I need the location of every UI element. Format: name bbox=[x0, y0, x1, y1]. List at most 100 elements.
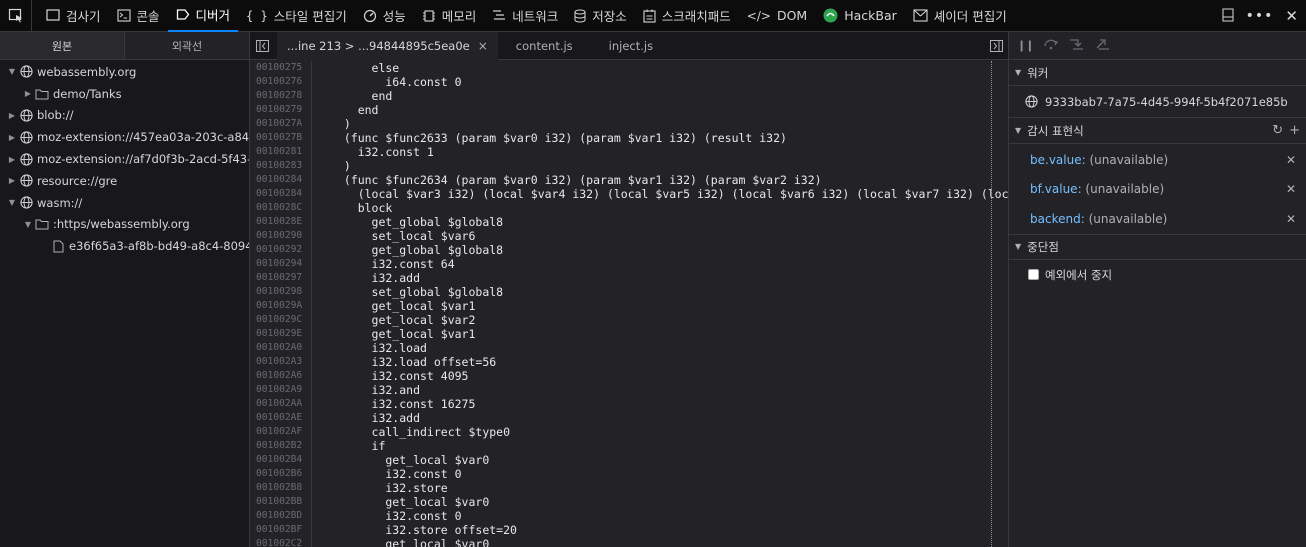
code-line[interactable]: 00100279 end bbox=[250, 103, 1008, 117]
code-line[interactable]: 001002AA i32.const 16275 bbox=[250, 397, 1008, 411]
tree-item[interactable]: ▶ demo/Tanks bbox=[0, 83, 249, 105]
step-over-icon[interactable] bbox=[1043, 38, 1059, 53]
line-address[interactable]: 0010029C bbox=[256, 313, 310, 327]
watch-expression[interactable]: backend: (unavailable) ✕ bbox=[1009, 204, 1306, 234]
toggle-sources-icon[interactable] bbox=[250, 39, 277, 52]
line-address[interactable]: 001002B6 bbox=[256, 467, 310, 481]
line-address[interactable]: 001002A6 bbox=[256, 369, 310, 383]
tab-shader-editor[interactable]: 셰이더 편집기 bbox=[905, 0, 1015, 32]
breakpoints-header[interactable]: ▼ 중단점 bbox=[1009, 233, 1306, 260]
line-address[interactable]: 00100297 bbox=[256, 271, 310, 285]
tab-dom[interactable]: </> DOM bbox=[739, 0, 815, 32]
step-out-icon[interactable] bbox=[1095, 38, 1111, 53]
code-line[interactable]: 0010029E get_local $var1 bbox=[250, 327, 1008, 341]
line-address[interactable]: 00100292 bbox=[256, 243, 310, 257]
line-address[interactable]: 00100290 bbox=[256, 229, 310, 243]
tab-inspector[interactable]: 검사기 bbox=[38, 0, 109, 32]
code-line[interactable]: 001002BB get_local $var0 bbox=[250, 495, 1008, 509]
line-address[interactable]: 001002B4 bbox=[256, 453, 310, 467]
tree-item[interactable]: ▶ moz-extension://457ea03a-203c-a84c-a bbox=[0, 126, 249, 148]
line-address[interactable]: 001002AE bbox=[256, 411, 310, 425]
tree-item[interactable]: ▼:https/webassembly.org bbox=[0, 214, 249, 236]
line-address[interactable]: 00100281 bbox=[256, 145, 310, 159]
code-line[interactable]: 0010028C block bbox=[250, 201, 1008, 215]
pause-on-exceptions-checkbox[interactable] bbox=[1028, 269, 1039, 280]
code-line[interactable]: 001002A0 i32.load bbox=[250, 341, 1008, 355]
tab-debugger[interactable]: 디버거 bbox=[167, 0, 239, 32]
line-address[interactable]: 0010027A bbox=[256, 117, 310, 131]
code-line[interactable]: 001002BD i32.const 0 bbox=[250, 509, 1008, 523]
tab-network[interactable]: 네트워크 bbox=[484, 0, 566, 32]
code-line[interactable]: 00100292 get_global $global8 bbox=[250, 243, 1008, 257]
workers-header[interactable]: ▼ 워커 bbox=[1009, 60, 1306, 86]
line-address[interactable]: 001002AF bbox=[256, 425, 310, 439]
toggle-sidebar-icon[interactable] bbox=[990, 40, 1003, 55]
line-address[interactable]: 001002AA bbox=[256, 397, 310, 411]
remove-watch-icon[interactable]: ✕ bbox=[1286, 212, 1296, 226]
tree-item[interactable]: ▼ webassembly.org bbox=[0, 61, 249, 83]
code-view[interactable]: 00100275 else 00100276 i64.const 0 0010027… bbox=[250, 61, 1008, 547]
line-address[interactable]: 001002A0 bbox=[256, 341, 310, 355]
code-line[interactable]: 00100290 set_local $var6 bbox=[250, 229, 1008, 243]
tab-console[interactable]: 콘솔 bbox=[109, 0, 168, 32]
code-line[interactable]: 00100278 end bbox=[250, 89, 1008, 103]
editor-tab[interactable]: inject.js bbox=[591, 32, 671, 60]
line-address[interactable]: 00100276 bbox=[256, 75, 310, 89]
code-line[interactable]: 0010029A get_local $var1 bbox=[250, 299, 1008, 313]
more-options-icon[interactable]: ••• bbox=[1246, 8, 1274, 24]
watch-expression[interactable]: bf.value: (unavailable) ✕ bbox=[1009, 175, 1306, 205]
pause-on-exceptions[interactable]: 예외에서 중지 bbox=[1009, 260, 1306, 290]
code-line[interactable]: 001002A6 i32.const 4095 bbox=[250, 369, 1008, 383]
tab-sources[interactable]: 원본 bbox=[0, 32, 124, 59]
pause-icon[interactable]: ❙❙ bbox=[1017, 39, 1034, 52]
line-address[interactable]: 0010029A bbox=[256, 299, 310, 313]
line-address[interactable]: 00100284 bbox=[256, 173, 310, 187]
dock-icon[interactable] bbox=[1222, 8, 1234, 25]
line-address[interactable]: 0010029E bbox=[256, 327, 310, 341]
line-address[interactable]: 001002B2 bbox=[256, 439, 310, 453]
line-address[interactable]: 0010027B bbox=[256, 131, 310, 145]
code-line[interactable]: 00100283 ) bbox=[250, 159, 1008, 173]
editor-tab[interactable]: content.js bbox=[498, 32, 591, 60]
code-line[interactable]: 0010029C get_local $var2 bbox=[250, 313, 1008, 327]
code-line[interactable]: 001002AE i32.add bbox=[250, 411, 1008, 425]
code-line[interactable]: 00100275 else bbox=[250, 61, 1008, 75]
line-address[interactable]: 001002C2 bbox=[256, 537, 310, 547]
element-picker-button[interactable] bbox=[0, 0, 32, 32]
code-line[interactable]: 001002A3 i32.load offset=56 bbox=[250, 355, 1008, 369]
code-line[interactable]: 001002B8 i32.store bbox=[250, 481, 1008, 495]
code-line[interactable]: 001002AF call_indirect $type0 bbox=[250, 425, 1008, 439]
tab-hackbar[interactable]: HackBar bbox=[815, 0, 905, 32]
code-line[interactable]: 00100281 i32.const 1 bbox=[250, 145, 1008, 159]
line-address[interactable]: 00100279 bbox=[256, 103, 310, 117]
close-tab-icon[interactable]: × bbox=[478, 39, 488, 53]
tab-storage[interactable]: 저장소 bbox=[566, 0, 635, 32]
line-address[interactable]: 00100283 bbox=[256, 159, 310, 173]
tab-scratchpad[interactable]: 스크래치패드 bbox=[635, 0, 739, 32]
remove-watch-icon[interactable]: ✕ bbox=[1286, 153, 1296, 167]
code-line[interactable]: 001002B6 i32.const 0 bbox=[250, 467, 1008, 481]
add-watch-icon[interactable]: + bbox=[1289, 123, 1300, 138]
code-line[interactable]: 0010027A ) bbox=[250, 117, 1008, 131]
line-address[interactable]: 001002B8 bbox=[256, 481, 310, 495]
tree-item[interactable]: ▼ wasm:// bbox=[0, 192, 249, 214]
code-line[interactable]: 00100284 (local $var3 i32) (local $var4 … bbox=[250, 187, 1008, 201]
line-address[interactable]: 001002BF bbox=[256, 523, 310, 537]
line-address[interactable]: 00100275 bbox=[256, 61, 310, 75]
line-address[interactable]: 00100298 bbox=[256, 285, 310, 299]
code-line[interactable]: 00100284 (func $func2634 (param $var0 i3… bbox=[250, 173, 1008, 187]
code-line[interactable]: 001002C2 get_local $var0 bbox=[250, 537, 1008, 547]
watch-expression[interactable]: be.value: (unavailable) ✕ bbox=[1009, 145, 1306, 175]
watch-header[interactable]: ▼ 감시 표현식 ↻ + bbox=[1009, 118, 1306, 144]
tab-memory[interactable]: 메모리 bbox=[414, 0, 485, 32]
tab-style-editor[interactable]: { } 스타일 편집기 bbox=[238, 0, 355, 32]
code-line[interactable]: 001002B2 if bbox=[250, 439, 1008, 453]
worker-item[interactable]: 9333bab7-7a75-4d45-994f-5b4f2071e85b bbox=[1009, 86, 1306, 118]
code-line[interactable]: 00100298 set_global $global8 bbox=[250, 285, 1008, 299]
line-address[interactable]: 001002BD bbox=[256, 509, 310, 523]
tree-item[interactable]: ▶ moz-extension://af7d0f3b-2acd-5f43-9b bbox=[0, 148, 249, 170]
editor-tab[interactable]: ...ine 213 > ...94844895c5ea0e × bbox=[277, 31, 498, 60]
code-line[interactable]: 00100297 i32.add bbox=[250, 271, 1008, 285]
tree-item[interactable]: ▶ blob:// bbox=[0, 105, 249, 127]
line-address[interactable]: 0010028C bbox=[256, 201, 310, 215]
